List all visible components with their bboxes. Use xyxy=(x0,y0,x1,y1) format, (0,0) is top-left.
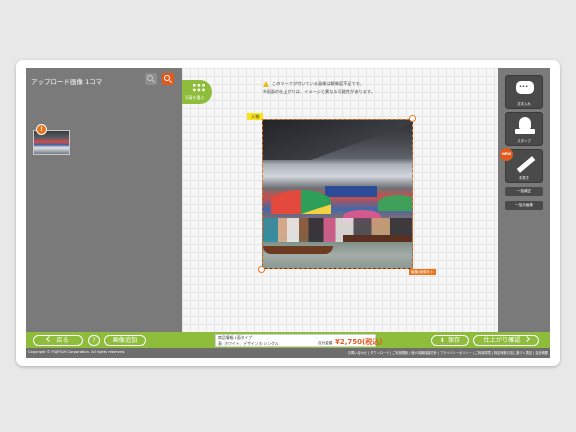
copyright-text: Copyright © FUJIFILM Corporation. All ri… xyxy=(28,350,126,354)
add-text-label: 文字入れ xyxy=(517,102,531,106)
stamp-button[interactable]: スタンプ xyxy=(505,112,543,146)
add-text-button[interactable]: 文字入れ xyxy=(505,75,543,109)
rotate-handle-icon[interactable] xyxy=(258,266,265,273)
tools-panel: 文字入れ スタンプ 手書き xyxy=(498,68,550,332)
product-info-box: 商品情報:1面タイプ 表: ホワイト、デザインホ:シングル 合計金額 ¥2,75… xyxy=(215,334,382,347)
chevron-left-icon xyxy=(46,336,53,342)
batch-original-button[interactable]: 一括元画像 xyxy=(505,201,543,210)
footer-links[interactable]: お問い合わせ | ダウンロード | ご利用規約 | 個人情報保護方針 | プライ… xyxy=(348,350,548,355)
speech-bubble-icon xyxy=(516,81,534,94)
download-icon: ⬇ xyxy=(439,337,445,344)
footer: Copyright © FUJIFILM Corporation. All ri… xyxy=(26,348,550,358)
handwriting-label: 手書き xyxy=(518,176,530,180)
photo-slot[interactable] xyxy=(262,119,413,269)
back-label: 戻る xyxy=(56,337,69,344)
back-button[interactable]: 戻る xyxy=(33,335,83,346)
close-handle-icon[interactable] xyxy=(409,115,416,122)
layout-button-label: 写真を選ぶ xyxy=(185,95,204,100)
stamp-icon xyxy=(519,117,531,129)
layout-select-button[interactable]: 写真を選ぶ xyxy=(182,80,212,104)
total-price-label: 合計金額 xyxy=(318,341,333,345)
edit-image-tag[interactable]: 編集/画像をト xyxy=(409,269,436,275)
photo-slot-label: 人物 xyxy=(247,113,264,120)
zoom-out-button[interactable] xyxy=(145,73,157,85)
help-button[interactable]: ? xyxy=(88,335,100,346)
confirm-finish-button[interactable]: 仕上がり確認 xyxy=(473,335,539,346)
stamp-label: スタンプ xyxy=(517,139,531,143)
warning-badge-icon: ! xyxy=(36,124,47,135)
add-image-button[interactable]: 画像追加 xyxy=(104,335,146,346)
product-options: 表: ホワイト、デザインホ:シングル xyxy=(218,341,279,346)
magnifier-plus-icon xyxy=(164,75,170,81)
confirm-label: 仕上がり確認 xyxy=(483,337,521,344)
warning-icon xyxy=(263,81,269,87)
save-button[interactable]: ⬇ 保存 xyxy=(431,335,469,346)
pen-icon xyxy=(516,156,536,173)
total-price: ¥2,750(税込) xyxy=(335,338,383,346)
chevron-right-icon xyxy=(523,336,530,342)
zoom-in-button[interactable] xyxy=(162,73,174,85)
save-label: 保存 xyxy=(447,337,461,344)
magnifier-minus-icon xyxy=(147,75,153,81)
batch-correct-button[interactable]: 一括補正 xyxy=(505,187,543,196)
uploaded-images-panel: アップロード画像 1コマ xyxy=(26,68,182,332)
panel-title: アップロード画像 1コマ xyxy=(31,78,103,86)
notice-line-1: このマークが付いている画像は解像度不足です。 xyxy=(272,81,364,86)
notice-line-2: ※画面の仕上がりは、イメージと異なる可能性があります。 xyxy=(263,89,375,94)
new-badge: NEW xyxy=(500,148,513,161)
grid-icon xyxy=(192,83,206,93)
